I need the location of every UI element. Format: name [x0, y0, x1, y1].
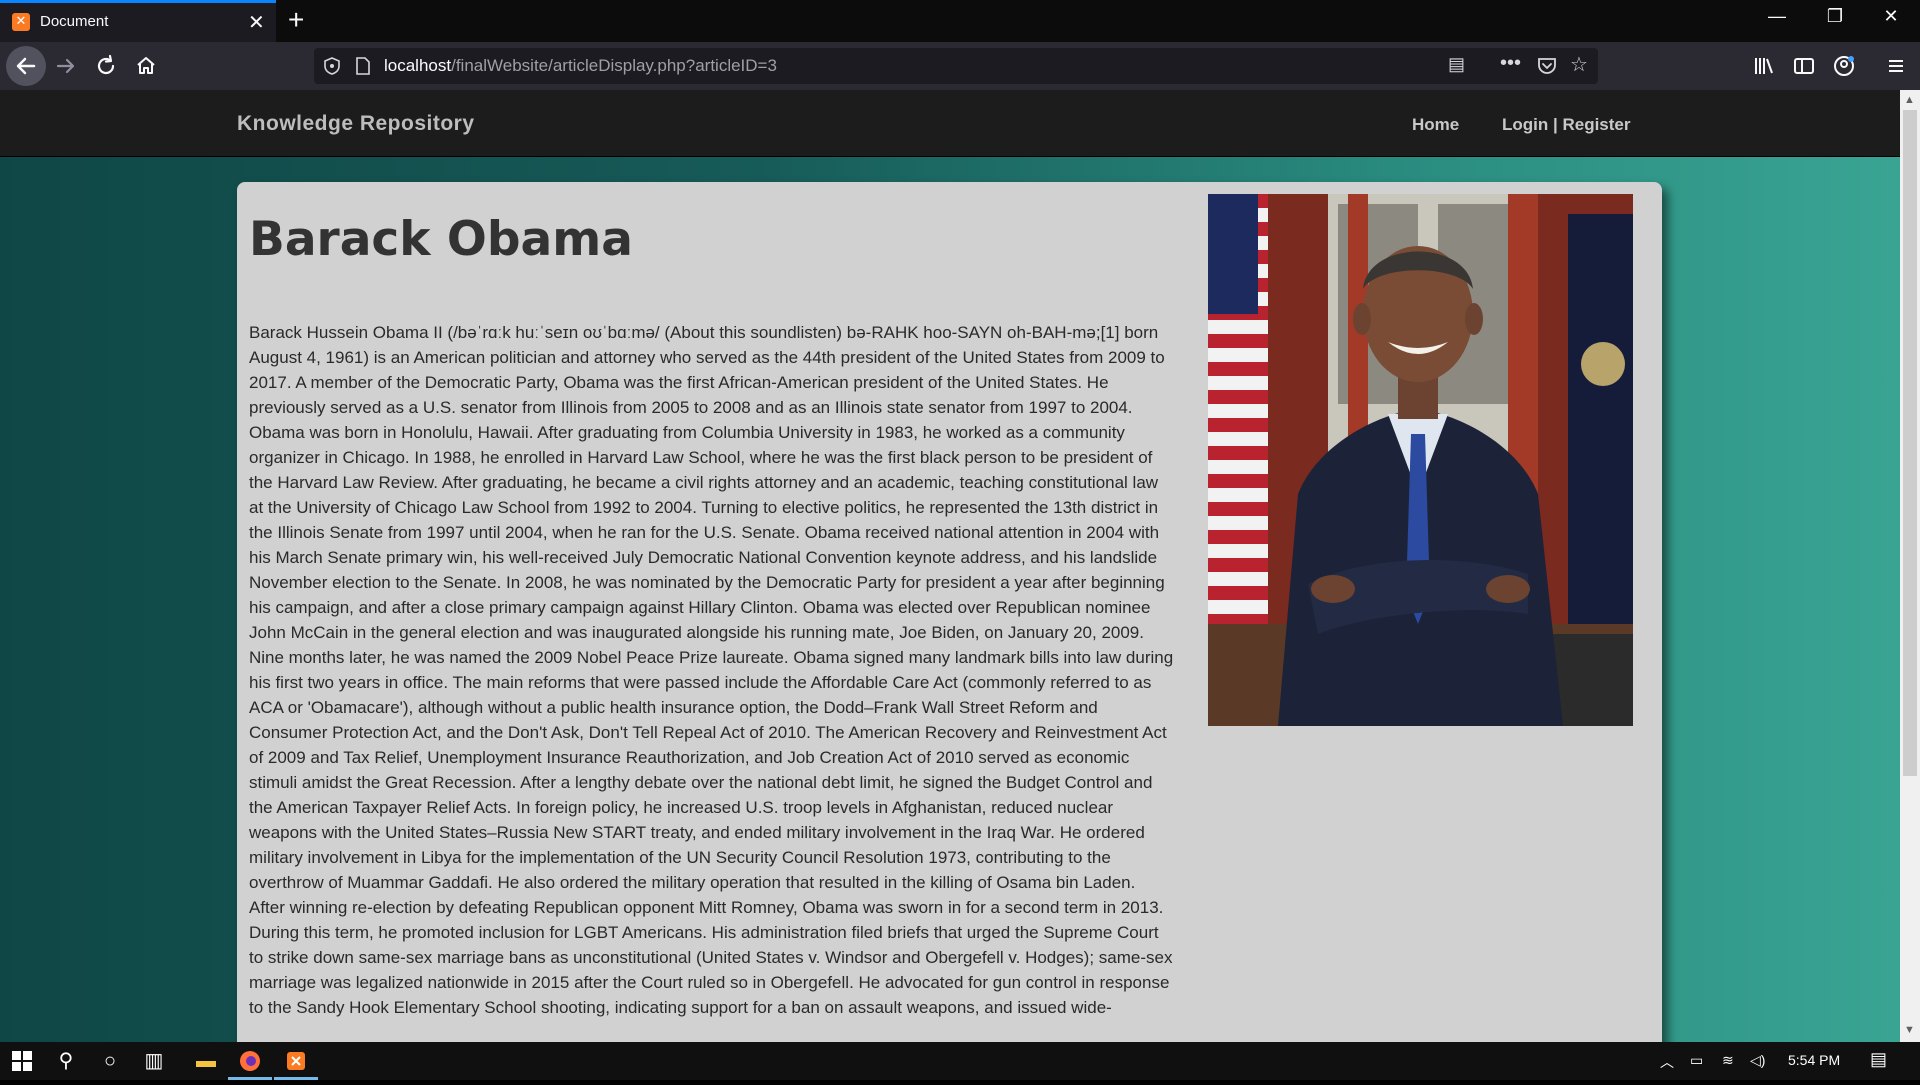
restore-button[interactable]: ❐ — [1812, 6, 1858, 27]
search-icon[interactable]: ⚲ — [44, 1042, 88, 1080]
back-arrow-icon — [16, 57, 36, 75]
url-path: /finalWebsite/articleDisplay.php?article… — [451, 56, 777, 75]
nav-home-link[interactable]: Home — [1412, 115, 1459, 135]
tab-title: Document — [40, 13, 109, 30]
new-tab-button[interactable]: + — [288, 4, 304, 36]
sidebar-toggle-icon[interactable] — [1792, 54, 1816, 78]
back-button[interactable] — [6, 46, 46, 86]
xampp-taskbar-icon[interactable] — [274, 1042, 318, 1080]
page-scrollbar[interactable]: ▲ ▼ — [1900, 90, 1920, 1042]
firefox-taskbar-icon[interactable] — [228, 1042, 272, 1080]
battery-icon[interactable]: ▭ — [1690, 1052, 1703, 1069]
forward-arrow-icon[interactable] — [52, 52, 80, 80]
article-portrait-image — [1208, 194, 1633, 726]
hamburger-menu-icon[interactable] — [1884, 54, 1908, 78]
library-icon[interactable] — [1752, 54, 1776, 78]
pocket-icon[interactable] — [1536, 56, 1558, 76]
url-host: localhost — [384, 56, 452, 75]
start-button[interactable] — [0, 1042, 44, 1080]
site-header: Knowledge Repository Home Login | Regist… — [0, 90, 1900, 157]
firefox-icon — [240, 1051, 260, 1071]
url-text[interactable]: localhost/finalWebsite/articleDisplay.ph… — [384, 56, 777, 76]
nav-login-register-link[interactable]: Login | Register — [1502, 115, 1631, 135]
browser-tab-strip: ✕ Document ✕ + — ❐ ✕ — [0, 0, 1920, 42]
xampp-favicon-icon: ✕ — [12, 13, 30, 31]
show-hidden-icons-icon[interactable]: ︿ — [1660, 1052, 1674, 1072]
scroll-down-arrow-icon[interactable]: ▼ — [1904, 1024, 1915, 1036]
article-body: Barack Hussein Obama II (/bəˈrɑːk huːˈse… — [249, 323, 1174, 1017]
close-window-button[interactable]: ✕ — [1868, 6, 1914, 27]
volume-icon[interactable]: ◁) — [1750, 1052, 1765, 1069]
scrollbar-thumb[interactable] — [1903, 110, 1917, 776]
tab-close-button[interactable]: ✕ — [248, 10, 265, 35]
page-info-icon[interactable] — [354, 56, 372, 76]
clock-time[interactable]: 5:54 PM — [1788, 1052, 1840, 1068]
task-view-icon[interactable]: ▥ — [132, 1042, 176, 1080]
page-viewport: Knowledge Repository Home Login | Regist… — [0, 90, 1900, 1042]
home-icon[interactable] — [132, 52, 160, 80]
windows-taskbar: ⚲ ○ ▥ ▬ ︿ ▭ ≋ ◁) 5:54 PM ▤ — [0, 1042, 1920, 1080]
reload-icon[interactable] — [92, 52, 120, 80]
action-center-icon[interactable]: ▤ — [1870, 1049, 1887, 1070]
site-brand-link[interactable]: Knowledge Repository — [237, 112, 475, 136]
reader-view-icon[interactable]: ▤ — [1448, 54, 1465, 75]
bookmark-star-icon[interactable]: ☆ — [1570, 52, 1588, 77]
tracking-protection-shield-icon[interactable] — [322, 56, 342, 76]
file-explorer-icon[interactable]: ▬ — [184, 1042, 228, 1080]
wifi-icon[interactable]: ≋ — [1722, 1052, 1734, 1069]
article-card: Barack Obama Barack Hussein Obama II (/b… — [237, 182, 1662, 1042]
page-actions-menu-icon[interactable]: ••• — [1500, 52, 1521, 75]
windows-logo-icon — [12, 1051, 32, 1071]
scroll-up-arrow-icon[interactable]: ▲ — [1904, 94, 1915, 106]
address-bar[interactable]: localhost/finalWebsite/articleDisplay.ph… — [314, 48, 1598, 84]
xampp-icon — [287, 1052, 305, 1070]
minimize-button[interactable]: — — [1754, 6, 1800, 27]
browser-toolbar: localhost/finalWebsite/articleDisplay.ph… — [0, 42, 1920, 90]
browser-tab[interactable]: ✕ Document ✕ — [0, 0, 276, 42]
article-title: Barack Obama — [249, 212, 633, 267]
cortana-icon[interactable]: ○ — [88, 1042, 132, 1080]
account-icon[interactable] — [1832, 54, 1856, 78]
